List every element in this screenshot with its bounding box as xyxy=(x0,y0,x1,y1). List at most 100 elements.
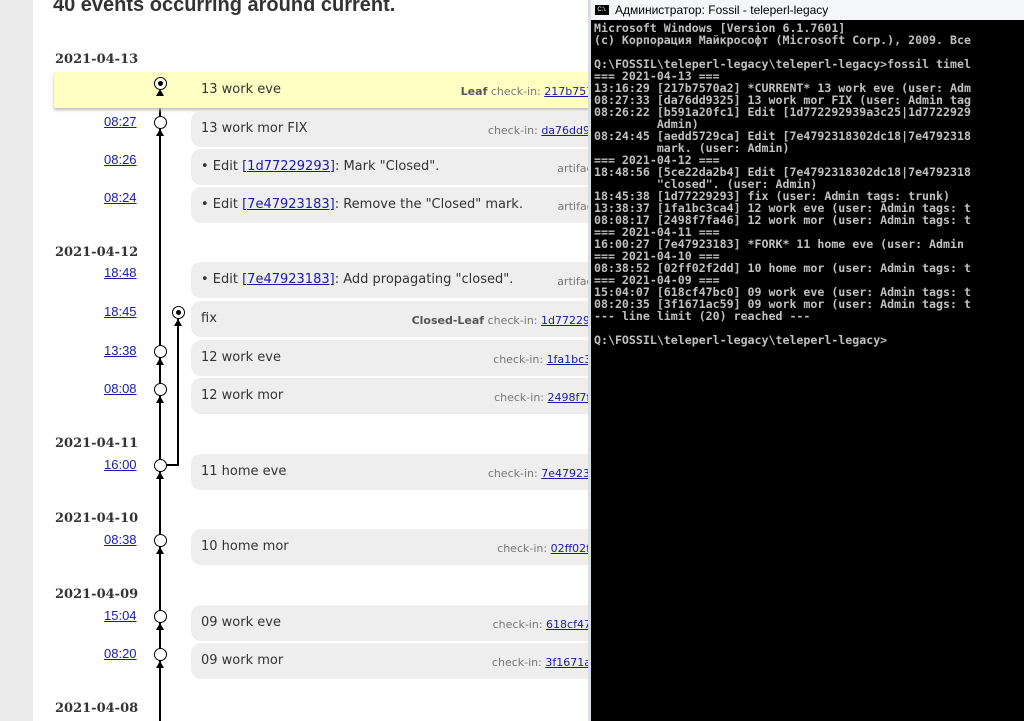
event-meta: check-in: 618cf47bc0 xyxy=(493,618,588,631)
terminal-line: Q:\FOSSIL\teleperl-legacy\teleperl-legac… xyxy=(594,333,888,347)
event-kind: check-in: xyxy=(487,467,538,480)
event-text: 12 work mor xyxy=(201,388,284,403)
event-meta: artifact: a xyxy=(557,200,588,213)
event-text: fix xyxy=(201,311,217,326)
event-comment: • Edit [7e47923183]: Remove the "Closed"… xyxy=(201,197,523,212)
cmd-icon: C:\. xyxy=(595,5,609,15)
event-meta: check-in: 02ff02f2dd xyxy=(497,542,588,555)
event-text: 12 work eve xyxy=(201,350,281,365)
graph-arrow-icon xyxy=(156,358,164,365)
hash-link[interactable]: 2498f7fa46 xyxy=(548,391,588,404)
event-text: : Mark "Closed". xyxy=(334,159,440,174)
event-meta: check-in: 3f1671ac59 xyxy=(492,656,588,669)
hash-link[interactable]: 1d77229293 xyxy=(541,314,588,327)
event-card: 09 work eve check-in: 618cf47bc0 xyxy=(191,605,588,641)
event-comment: 10 home mor xyxy=(201,539,289,554)
event-comment: 12 work eve xyxy=(201,350,281,365)
current-event-card: 13 work eve Leaf check-in: 217b7570a2 xyxy=(54,72,588,108)
event-kind: check-in: xyxy=(487,314,538,327)
graph-arrow-icon xyxy=(174,319,182,326)
hash-link[interactable]: 618cf47bc0 xyxy=(546,618,588,631)
event-card: • Edit [7e47923183]: Remove the "Closed"… xyxy=(191,187,588,223)
terminal-window: C:\. Администратор: Fossil - teleperl-le… xyxy=(588,0,1024,721)
graph-node[interactable] xyxy=(154,116,167,129)
event-kind: check-in: xyxy=(494,391,545,404)
event-meta: check-in: 2498f7fa46 xyxy=(494,391,588,404)
event-comment: 12 work mor xyxy=(201,388,283,403)
event-card: • Edit [7e47923183]: Add propagating "cl… xyxy=(191,262,588,298)
graph-arrow-icon xyxy=(156,472,164,479)
date-label: 2021-04-10 xyxy=(55,511,139,526)
event-card: 13 work mor FIX check-in: da76dd9325 xyxy=(191,111,588,147)
event-time-link[interactable]: 08:26 xyxy=(104,152,137,167)
event-time-link[interactable]: 08:08 xyxy=(104,381,137,396)
graph-node[interactable] xyxy=(154,610,167,623)
event-comment: fix xyxy=(201,311,217,326)
edit-target-link[interactable]: [1d77229293] xyxy=(242,159,335,174)
event-time-link[interactable]: 16:00 xyxy=(104,457,137,472)
graph-arrow-icon xyxy=(156,623,164,630)
hash-link[interactable]: 1fa1bc3ca4 xyxy=(547,353,588,366)
event-time-link[interactable]: 13:38 xyxy=(104,343,137,358)
date-label: 2021-04-13 xyxy=(55,52,139,67)
graph-node[interactable] xyxy=(172,306,185,319)
event-card: 11 home eve check-in: 7e47923183 xyxy=(191,454,588,490)
edit-target-link[interactable]: [7e47923183] xyxy=(242,197,335,212)
event-card: fix Closed-Leaf check-in: 1d77229293 xyxy=(191,301,588,337)
graph-node[interactable] xyxy=(154,534,167,547)
event-comment: 09 work mor xyxy=(201,653,283,668)
event-text: 11 home eve xyxy=(201,464,287,479)
date-label: 2021-04-09 xyxy=(55,587,139,602)
branch-rail xyxy=(177,317,179,466)
event-tag: Leaf xyxy=(460,85,488,98)
event-kind: artifact: xyxy=(557,162,588,175)
terminal-line: --- line limit (20) reached --- xyxy=(594,309,811,323)
event-time-link[interactable]: 08:27 xyxy=(104,114,137,129)
graph-arrow-icon xyxy=(156,661,164,668)
event-kind: check-in: xyxy=(490,85,541,98)
event-text: 09 work mor xyxy=(201,653,284,668)
hash-link[interactable]: da76dd9325 xyxy=(541,124,588,137)
hash-link[interactable]: 217b7570a2 xyxy=(544,85,588,98)
event-card: 09 work mor check-in: 3f1671ac59 xyxy=(191,643,588,679)
graph-node[interactable] xyxy=(154,459,167,472)
event-time-link[interactable]: 08:38 xyxy=(104,532,137,547)
graph-arrow-icon xyxy=(156,129,164,136)
event-comment: 09 work eve xyxy=(201,615,281,630)
date-label: 2021-04-12 xyxy=(55,245,139,260)
hash-link[interactable]: 7e47923183 xyxy=(541,467,588,480)
hash-link[interactable]: 02ff02f2dd xyxy=(551,542,588,555)
terminal-output[interactable]: Microsoft Windows [Version 6.1.7601] (c) … xyxy=(591,20,1024,346)
event-time-link[interactable]: 18:48 xyxy=(104,265,137,280)
graph-node[interactable] xyxy=(154,345,167,358)
event-kind: check-in: xyxy=(492,618,543,631)
event-meta: Closed-Leaf check-in: 1d77229293 xyxy=(412,314,588,327)
event-card: 12 work eve check-in: 1fa1bc3ca4 xyxy=(191,340,588,376)
event-comment: • Edit [7e47923183]: Add propagating "cl… xyxy=(201,272,513,287)
event-comment: 11 home eve xyxy=(201,464,286,479)
event-text: : Remove the "Closed" mark. xyxy=(334,197,523,212)
hash-link[interactable]: 3f1671ac59 xyxy=(545,656,588,669)
graph-arrow-icon xyxy=(156,396,164,403)
event-meta: check-in: 1fa1bc3ca4 xyxy=(493,353,588,366)
event-time-link[interactable]: 08:20 xyxy=(104,646,137,661)
event-time-link[interactable]: 08:24 xyxy=(104,190,137,205)
graph-node[interactable] xyxy=(154,648,167,661)
event-time-link[interactable]: 18:45 xyxy=(104,304,137,319)
edit-prefix: • Edit xyxy=(201,197,243,212)
event-text: 09 work eve xyxy=(201,615,281,630)
event-kind: check-in: xyxy=(491,656,542,669)
event-time-link[interactable]: 15:04 xyxy=(104,608,137,623)
graph-node[interactable] xyxy=(154,383,167,396)
event-card: 12 work mor check-in: 2498f7fa46 xyxy=(191,378,588,414)
event-meta: check-in: da76dd9325 xyxy=(488,124,588,137)
event-text: 13 work eve xyxy=(201,82,281,97)
terminal-line: (c) Корпорация Майкрософт (Microsoft Cor… xyxy=(594,33,971,47)
event-meta: Leaf check-in: 217b7570a2 xyxy=(461,85,588,98)
edit-target-link[interactable]: [7e47923183] xyxy=(242,272,335,287)
event-card: 10 home mor check-in: 02ff02f2dd xyxy=(191,529,588,565)
event-kind: check-in: xyxy=(487,124,538,137)
event-text: 10 home mor xyxy=(201,539,289,554)
terminal-title-bar[interactable]: C:\. Администратор: Fossil - teleperl-le… xyxy=(591,0,1024,20)
event-kind: check-in: xyxy=(493,353,544,366)
